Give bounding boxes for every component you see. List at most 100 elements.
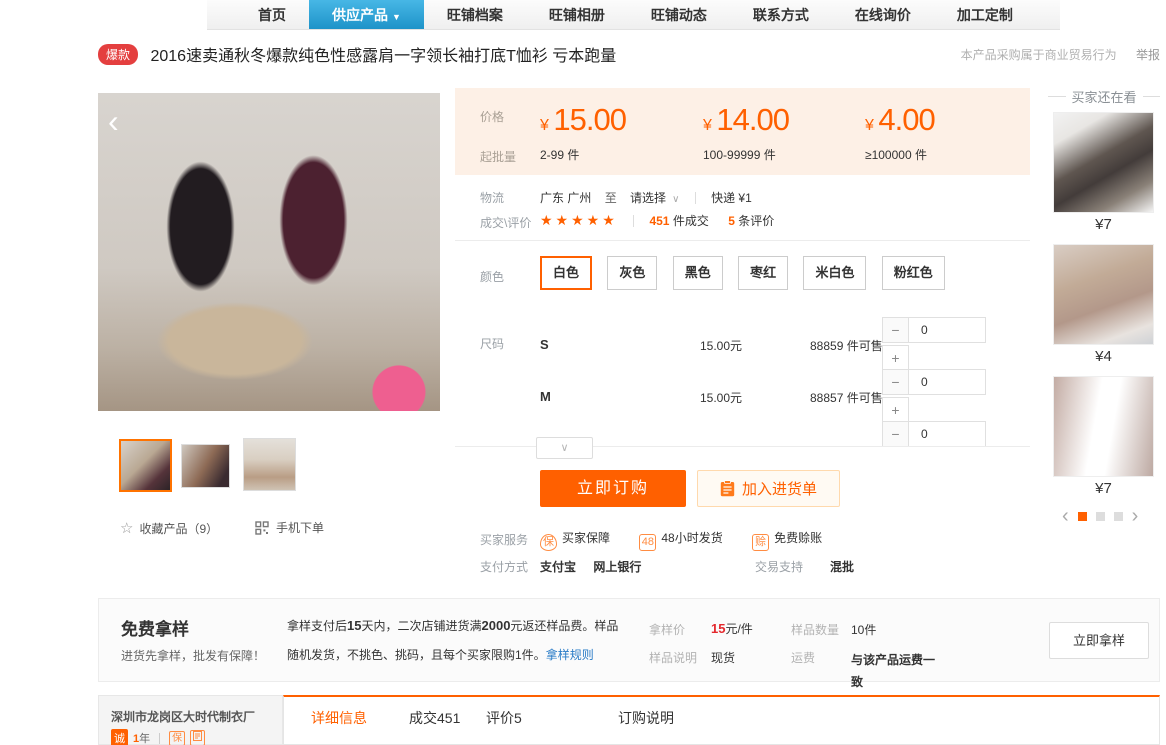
tab-order-instructions[interactable]: 订购说明 [618,697,674,739]
moq-range-3: ≥100000 件 [865,146,927,163]
nav-item-home[interactable]: 首页 [235,0,309,29]
page-title: 2016速卖通秋冬爆款纯色性感露肩一字领长袖打底T恤衫 亏本跑量 [150,48,616,65]
main-product-image: ‹ [98,93,440,411]
related-products-header: 买家还在看 [1048,87,1160,106]
quantity-input-3[interactable] [909,421,986,447]
color-options: 白色 灰色 黑色 枣红 米白色 粉红色 [540,256,957,290]
color-option-offwhite[interactable]: 米白色 [803,256,866,290]
service-48h-shipping[interactable]: 4848小时发货 [639,531,722,545]
color-label: 颜色 [480,268,504,285]
seller-info-box: 深圳市龙岗区大时代制衣厂 诚 1年 保 [98,695,283,745]
payment-label: 支付方式 [480,558,528,575]
pager-dot-1[interactable] [1078,512,1087,521]
divider [1143,96,1161,97]
rating-label: 成交\评价 [480,214,531,231]
mobile-order[interactable]: 手机下单 [255,519,324,536]
nav-item-shop-profile[interactable]: 旺铺档案 [424,0,526,29]
pager-prev-icon[interactable]: ‹ [1062,508,1069,524]
nav-item-shop-news[interactable]: 旺铺动态 [628,0,730,29]
nav-item-shop-album[interactable]: 旺铺相册 [526,0,628,29]
credit-years: 1年 [133,730,150,745]
trade-support-label: 交易支持 [755,558,803,575]
express-fee: 快递 ¥1 [711,191,752,205]
minus-button[interactable]: − [882,369,909,395]
service-guarantee[interactable]: 保买家保障 [540,531,610,545]
sample-title: 免费拿样 [121,615,189,640]
nav-item-inquiry[interactable]: 在线询价 [832,0,934,29]
star-rating-icons: ★★★★★ [540,212,618,228]
plus-button[interactable]: + [882,397,909,423]
sample-description: 拿样支付后15天内，二次店铺进货满2000元返还样品费。样品随机发货，不挑色、挑… [287,611,623,670]
add-to-purchase-list-button[interactable]: 加入进货单 [697,470,840,507]
chevron-down-icon: ∨ [672,194,679,205]
color-option-gray[interactable]: 灰色 [607,256,657,290]
currency-symbol: ¥ [540,117,549,134]
sample-rules-link[interactable]: 拿样规则 [546,648,594,662]
pager-dot-2[interactable] [1096,512,1105,521]
color-option-black[interactable]: 黑色 [673,256,723,290]
title-row: 爆款 2016速卖通秋冬爆款纯色性感露肩一字领长袖打底T恤衫 亏本跑量 本产品采… [98,42,1160,66]
thumbnail-3[interactable] [243,438,296,491]
sample-qty-label: 样品数量 [791,621,839,638]
payment-method-alipay: 支付宝 [540,560,576,574]
to-text: 至 [605,191,617,205]
trade-notice: 本产品采购属于商业贸易行为 举报 [961,46,1160,63]
tab-detail-info[interactable]: 详细信息 [311,697,367,739]
nav-item-contact[interactable]: 联系方式 [730,0,832,29]
sample-desc-text: 天内，二次店铺进货满 [361,619,481,633]
price-tier-3: ¥ 4.00 [865,102,935,138]
price-tier-2: ¥ 14.00 [703,102,789,138]
favorite-product[interactable]: ☆收藏产品（9） [120,519,218,537]
payment-method-bank: 网上银行 [593,560,641,574]
origin-text: 广东 广州 [540,191,591,205]
related-product-2-image[interactable] [1053,244,1154,345]
minus-button[interactable]: − [882,421,909,447]
pager-next-icon[interactable]: › [1132,508,1139,524]
hot-badge: 爆款 [98,44,138,65]
thumbnail-1[interactable] [119,439,172,492]
reviews-count: 5 [728,214,735,228]
credit-badge-icon: 赊 [752,534,769,551]
expand-sizes-button[interactable]: ∨ [536,437,593,459]
moq-range-1: 2-99 件 [540,146,579,163]
sample-price-unit: 元/件 [725,622,752,636]
minus-button[interactable]: − [882,317,909,343]
image-prev-arrow-icon[interactable]: ‹ [108,105,119,137]
services-row: 保买家保障 4848小时发货 赊免费赊账 [540,529,848,551]
deals-count: 451 [649,214,669,228]
destination-select[interactable]: 请选择 ∨ [630,191,679,205]
get-sample-button[interactable]: 立即拿样 [1049,622,1149,659]
quantity-input-s[interactable] [909,317,986,343]
size-stock: 88859 件可售 [810,337,883,354]
pager-dot-3[interactable] [1114,512,1123,521]
top-nav: 首页 供应产品▼ 旺铺档案 旺铺相册 旺铺动态 联系方式 在线询价 加工定制 [207,0,1060,30]
tab-deals[interactable]: 成交451 [409,697,460,739]
nav-item-products-label: 供应产品 [332,7,388,23]
detail-tab-bar: 详细信息 成交451 评价5 订购说明 [283,695,1160,745]
seller-name[interactable]: 深圳市龙岗区大时代制衣厂 [111,708,255,725]
destination-value: 请选择 [630,191,666,205]
related-pager: ‹ › [1062,508,1147,524]
sample-desc-bold: 15 [347,618,361,633]
thumbnail-2[interactable] [181,444,230,488]
nav-item-custom[interactable]: 加工定制 [934,0,1036,29]
plus-button[interactable]: + [882,345,909,371]
color-option-jujube[interactable]: 枣红 [738,256,788,290]
report-link[interactable]: 举报 [1136,48,1160,62]
services-label: 买家服务 [480,531,528,548]
sample-subtitle: 进货先拿样，批发有保障！ [121,647,265,664]
nav-item-products[interactable]: 供应产品▼ [309,0,424,29]
order-now-button[interactable]: 立即订购 [540,470,686,507]
tab-reviews[interactable]: 评价5 [486,697,522,739]
currency-symbol: ¥ [865,117,874,134]
service-free-credit[interactable]: 赊免费赊账 [752,531,822,545]
color-option-white[interactable]: 白色 [540,256,592,290]
clipboard-icon [720,480,735,497]
sample-freight-label: 运费 [791,649,815,666]
reviews-link[interactable]: 条评价 [738,214,774,228]
quantity-input-m[interactable] [909,369,986,395]
related-product-3-image[interactable] [1053,376,1154,477]
color-option-pink[interactable]: 粉红色 [882,256,945,290]
deals-text: 件成交 [673,214,709,228]
related-product-1-image[interactable] [1053,112,1154,213]
